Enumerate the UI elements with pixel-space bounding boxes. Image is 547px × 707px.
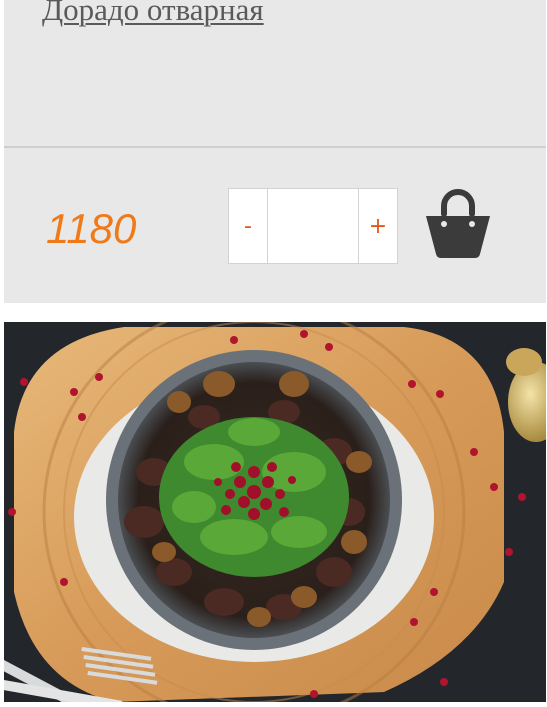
product-photo[interactable]	[4, 322, 546, 702]
quantity-input[interactable]	[267, 189, 359, 263]
add-to-cart-button[interactable]	[422, 186, 494, 260]
product-price: 1180	[46, 205, 137, 252]
increment-button[interactable]: +	[359, 189, 397, 263]
divider	[4, 146, 546, 148]
product-title-link[interactable]: Дорадо отварная	[42, 0, 264, 28]
decrement-button[interactable]: -	[229, 189, 267, 263]
dish-image	[4, 322, 546, 702]
shopping-bag-icon	[426, 189, 490, 258]
product-card: Дорадо отварная 1180 - +	[4, 0, 546, 303]
quantity-stepper: - +	[228, 188, 398, 264]
